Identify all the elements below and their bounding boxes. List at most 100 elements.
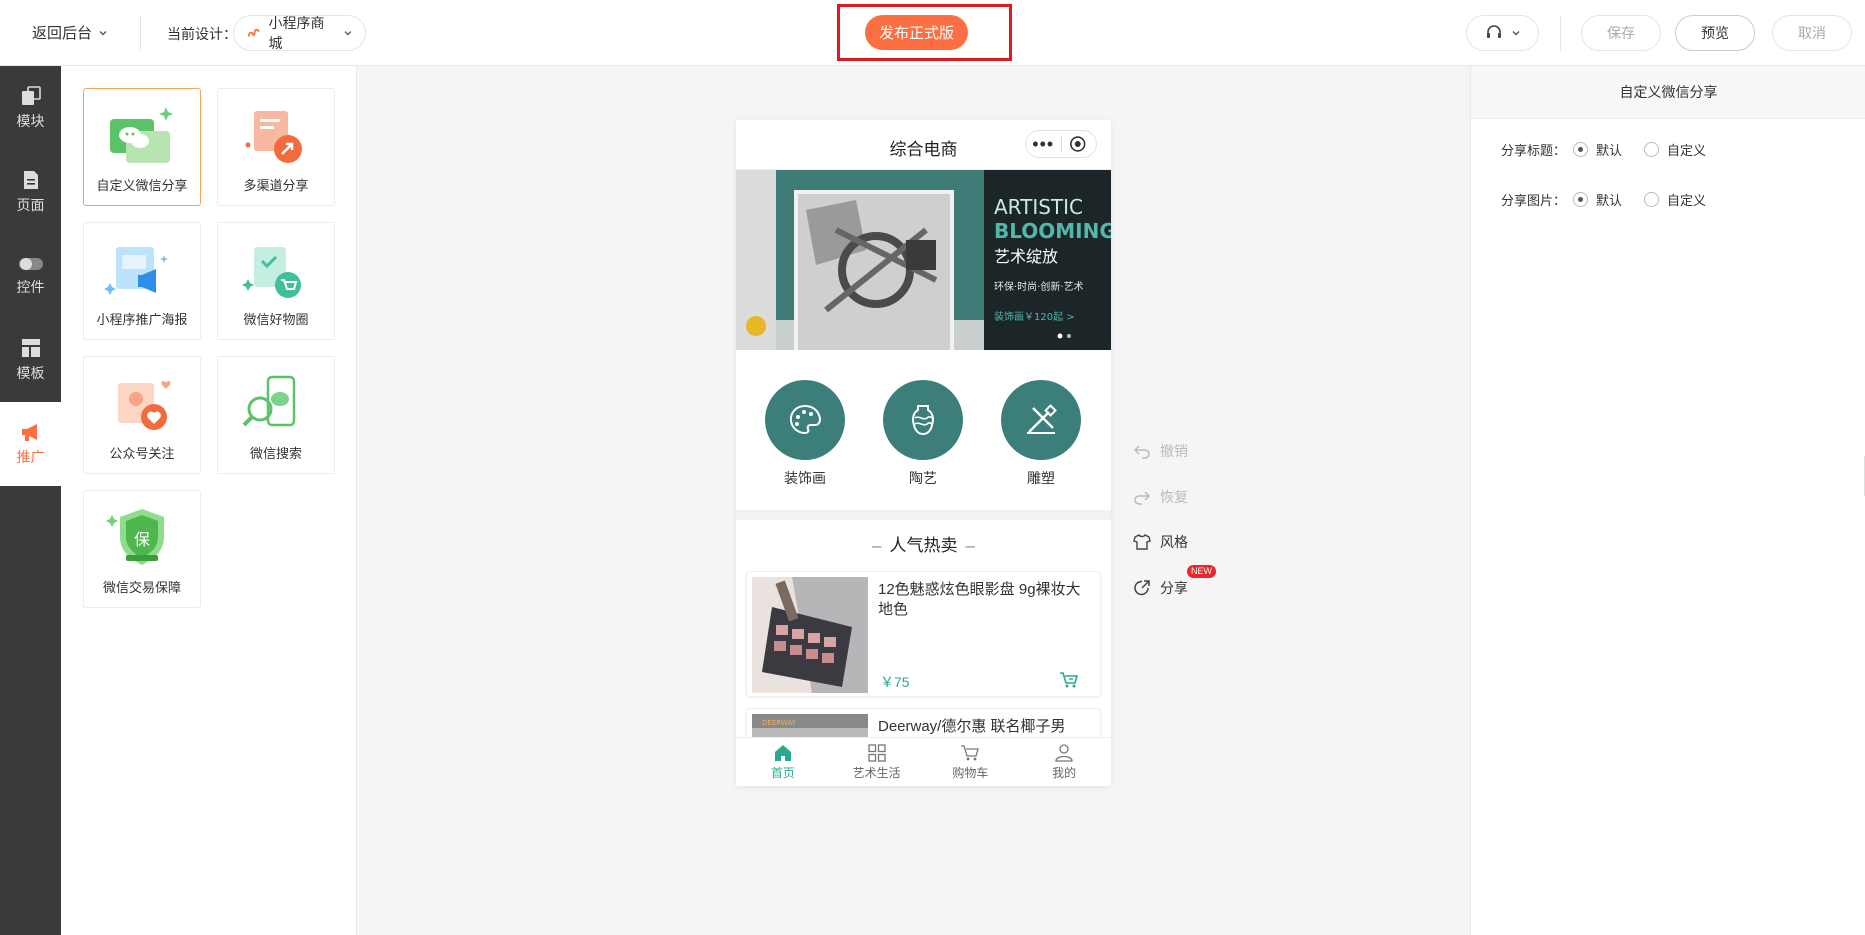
share-title-default-radio[interactable]: 默认: [1573, 140, 1622, 159]
share-button[interactable]: 分享 NEW: [1133, 565, 1216, 599]
banner-line5: 装饰画￥120起 >: [994, 310, 1075, 323]
share-image-default-radio[interactable]: 默认: [1573, 190, 1622, 209]
home-icon: [774, 744, 791, 761]
more-dots-icon[interactable]: •••: [1026, 135, 1061, 153]
new-badge: NEW: [1187, 565, 1216, 578]
category-ceramics[interactable]: 陶艺: [883, 380, 963, 488]
nav-label: 页面: [16, 197, 45, 213]
nav-label: 推广: [16, 449, 45, 465]
phone-preview: 综合电商 ••• ARTISTIC BLOOMING 艺术绽放 环保·时尚·创新…: [736, 120, 1111, 786]
redo-button[interactable]: 恢复: [1133, 486, 1188, 508]
phone-header: 综合电商 •••: [736, 120, 1111, 170]
widget-label: 微信搜索: [249, 446, 302, 461]
tab-label: 我的: [1052, 765, 1077, 780]
chevron-down-icon: [344, 31, 352, 36]
add-to-cart-icon[interactable]: [1059, 671, 1079, 689]
svg-text:DEERWAY: DEERWAY: [762, 719, 797, 727]
current-design-label: 当前设计：: [167, 26, 237, 42]
nav-item-pages[interactable]: 页面: [0, 150, 61, 234]
product-price: ￥75: [880, 674, 910, 690]
back-to-admin-button[interactable]: 返回后台: [32, 22, 108, 43]
redo-icon: [1134, 491, 1151, 505]
product-card[interactable]: 12色魅惑炫色眼影盘 9g裸妆大地色 ￥75: [746, 571, 1101, 697]
product-name: 12色魅惑炫色眼影盘 9g裸妆大地色: [878, 581, 1081, 618]
product-name: Deerway/德尔惠 联名椰子男: [878, 718, 1066, 735]
undo-label: 撤销: [1160, 443, 1188, 459]
share-title-row: 分享标题： 默认 自定义: [1501, 140, 1728, 159]
preview-button[interactable]: 预览: [1675, 15, 1755, 51]
user-icon: [1055, 743, 1073, 762]
vase-icon: [912, 405, 934, 436]
radio-label: 自定义: [1667, 143, 1707, 158]
widget-label: 微信交易保障: [102, 580, 181, 595]
banner-line1: ARTISTIC: [994, 195, 1083, 219]
widget-official-account-follow[interactable]: 公众号关注: [83, 356, 201, 474]
grid-icon: [867, 743, 886, 762]
nav-label: 模块: [16, 113, 45, 129]
section-separator: [736, 510, 1111, 520]
widget-wechat-share[interactable]: 自定义微信分享: [83, 88, 201, 206]
nav-item-controls[interactable]: 控件: [0, 234, 61, 318]
radio-label: 自定义: [1667, 193, 1707, 208]
title-dash: –: [965, 536, 975, 555]
blocks-icon: [21, 86, 41, 105]
tab-label: 艺术生活: [852, 765, 901, 780]
widget-label: 小程序推广海报: [96, 312, 188, 327]
wechat-share-icon: [110, 107, 173, 163]
widget-multichannel-share[interactable]: 多渠道分享: [217, 88, 335, 206]
widget-trade-guarantee[interactable]: 保 微信交易保障: [83, 490, 201, 608]
widget-miniprogram-poster[interactable]: 小程序推广海报: [83, 222, 201, 340]
headset-icon: [1487, 25, 1501, 38]
widget-label: 多渠道分享: [243, 178, 309, 193]
design-select[interactable]: 小程序商城: [233, 15, 366, 51]
svg-text:保: 保: [134, 530, 150, 549]
undo-button[interactable]: 撤销: [1133, 440, 1188, 462]
widget-wechat-goods[interactable]: 微信好物圈: [217, 222, 335, 340]
tab-cart[interactable]: 购物车: [924, 738, 1018, 786]
customer-service-button[interactable]: [1466, 15, 1539, 51]
publish-button[interactable]: 发布正式版: [865, 15, 968, 50]
nav-item-modules[interactable]: 模块: [0, 66, 61, 150]
category-row: 装饰画 陶艺 雕塑: [736, 358, 1111, 510]
chevron-down-icon: [1512, 31, 1520, 36]
category-label: 雕塑: [1027, 470, 1055, 486]
cancel-button[interactable]: 取消: [1772, 15, 1852, 51]
share-icon: [1134, 580, 1150, 596]
widget-label: 微信好物圈: [243, 312, 309, 327]
shirt-icon: [1133, 534, 1151, 550]
banner-dot-active: [1057, 333, 1063, 339]
nav-item-templates[interactable]: 模板: [0, 318, 61, 402]
share-title-custom-radio[interactable]: 自定义: [1644, 140, 1706, 159]
radio-dot: [1573, 192, 1588, 207]
miniprogram-capsule[interactable]: •••: [1025, 130, 1097, 158]
settings-panel: 自定义微信分享 分享标题： 默认 自定义 分享图片： 默认 自定义: [1470, 66, 1865, 935]
settings-panel-title: 自定义微信分享: [1471, 66, 1865, 119]
home-banner[interactable]: ARTISTIC BLOOMING 艺术绽放 环保·时尚·创新·艺术 装饰画￥1…: [736, 170, 1111, 350]
tab-art-life[interactable]: 艺术生活: [830, 738, 924, 786]
banner-image: ARTISTIC BLOOMING 艺术绽放 环保·时尚·创新·艺术 装饰画￥1…: [736, 170, 1111, 350]
divider: [1560, 15, 1561, 51]
save-button[interactable]: 保存: [1581, 15, 1661, 51]
megaphone-icon: [21, 424, 37, 441]
widget-label: 公众号关注: [109, 446, 175, 461]
share-image-custom-radio[interactable]: 自定义: [1644, 190, 1706, 209]
style-label: 风格: [1160, 534, 1188, 550]
close-circle-icon[interactable]: [1061, 135, 1096, 153]
tab-mine[interactable]: 我的: [1017, 738, 1111, 786]
category-decor-painting[interactable]: 装饰画: [765, 380, 845, 488]
wechat-goods-icon: [242, 247, 301, 298]
tab-home[interactable]: 首页: [736, 738, 830, 786]
category-sculpture[interactable]: 雕塑: [1001, 380, 1081, 488]
top-bar: 返回后台 当前设计： 小程序商城 发布正式版 保存 预览 取消: [0, 0, 1865, 66]
page-icon: [23, 171, 38, 189]
sculpture-tools-icon: [1027, 404, 1057, 434]
design-name: 小程序商城: [268, 15, 325, 51]
undo-icon: [1133, 445, 1150, 459]
style-button[interactable]: 风格: [1133, 531, 1188, 553]
nav-item-promotion[interactable]: 推广: [0, 402, 61, 486]
hot-sale-title: – 人气热卖 –: [736, 531, 1111, 556]
title-dash: –: [872, 536, 882, 555]
widget-wechat-search[interactable]: 微信搜索: [217, 356, 335, 474]
share-label: 分享: [1160, 580, 1188, 596]
product-image: [752, 577, 868, 693]
